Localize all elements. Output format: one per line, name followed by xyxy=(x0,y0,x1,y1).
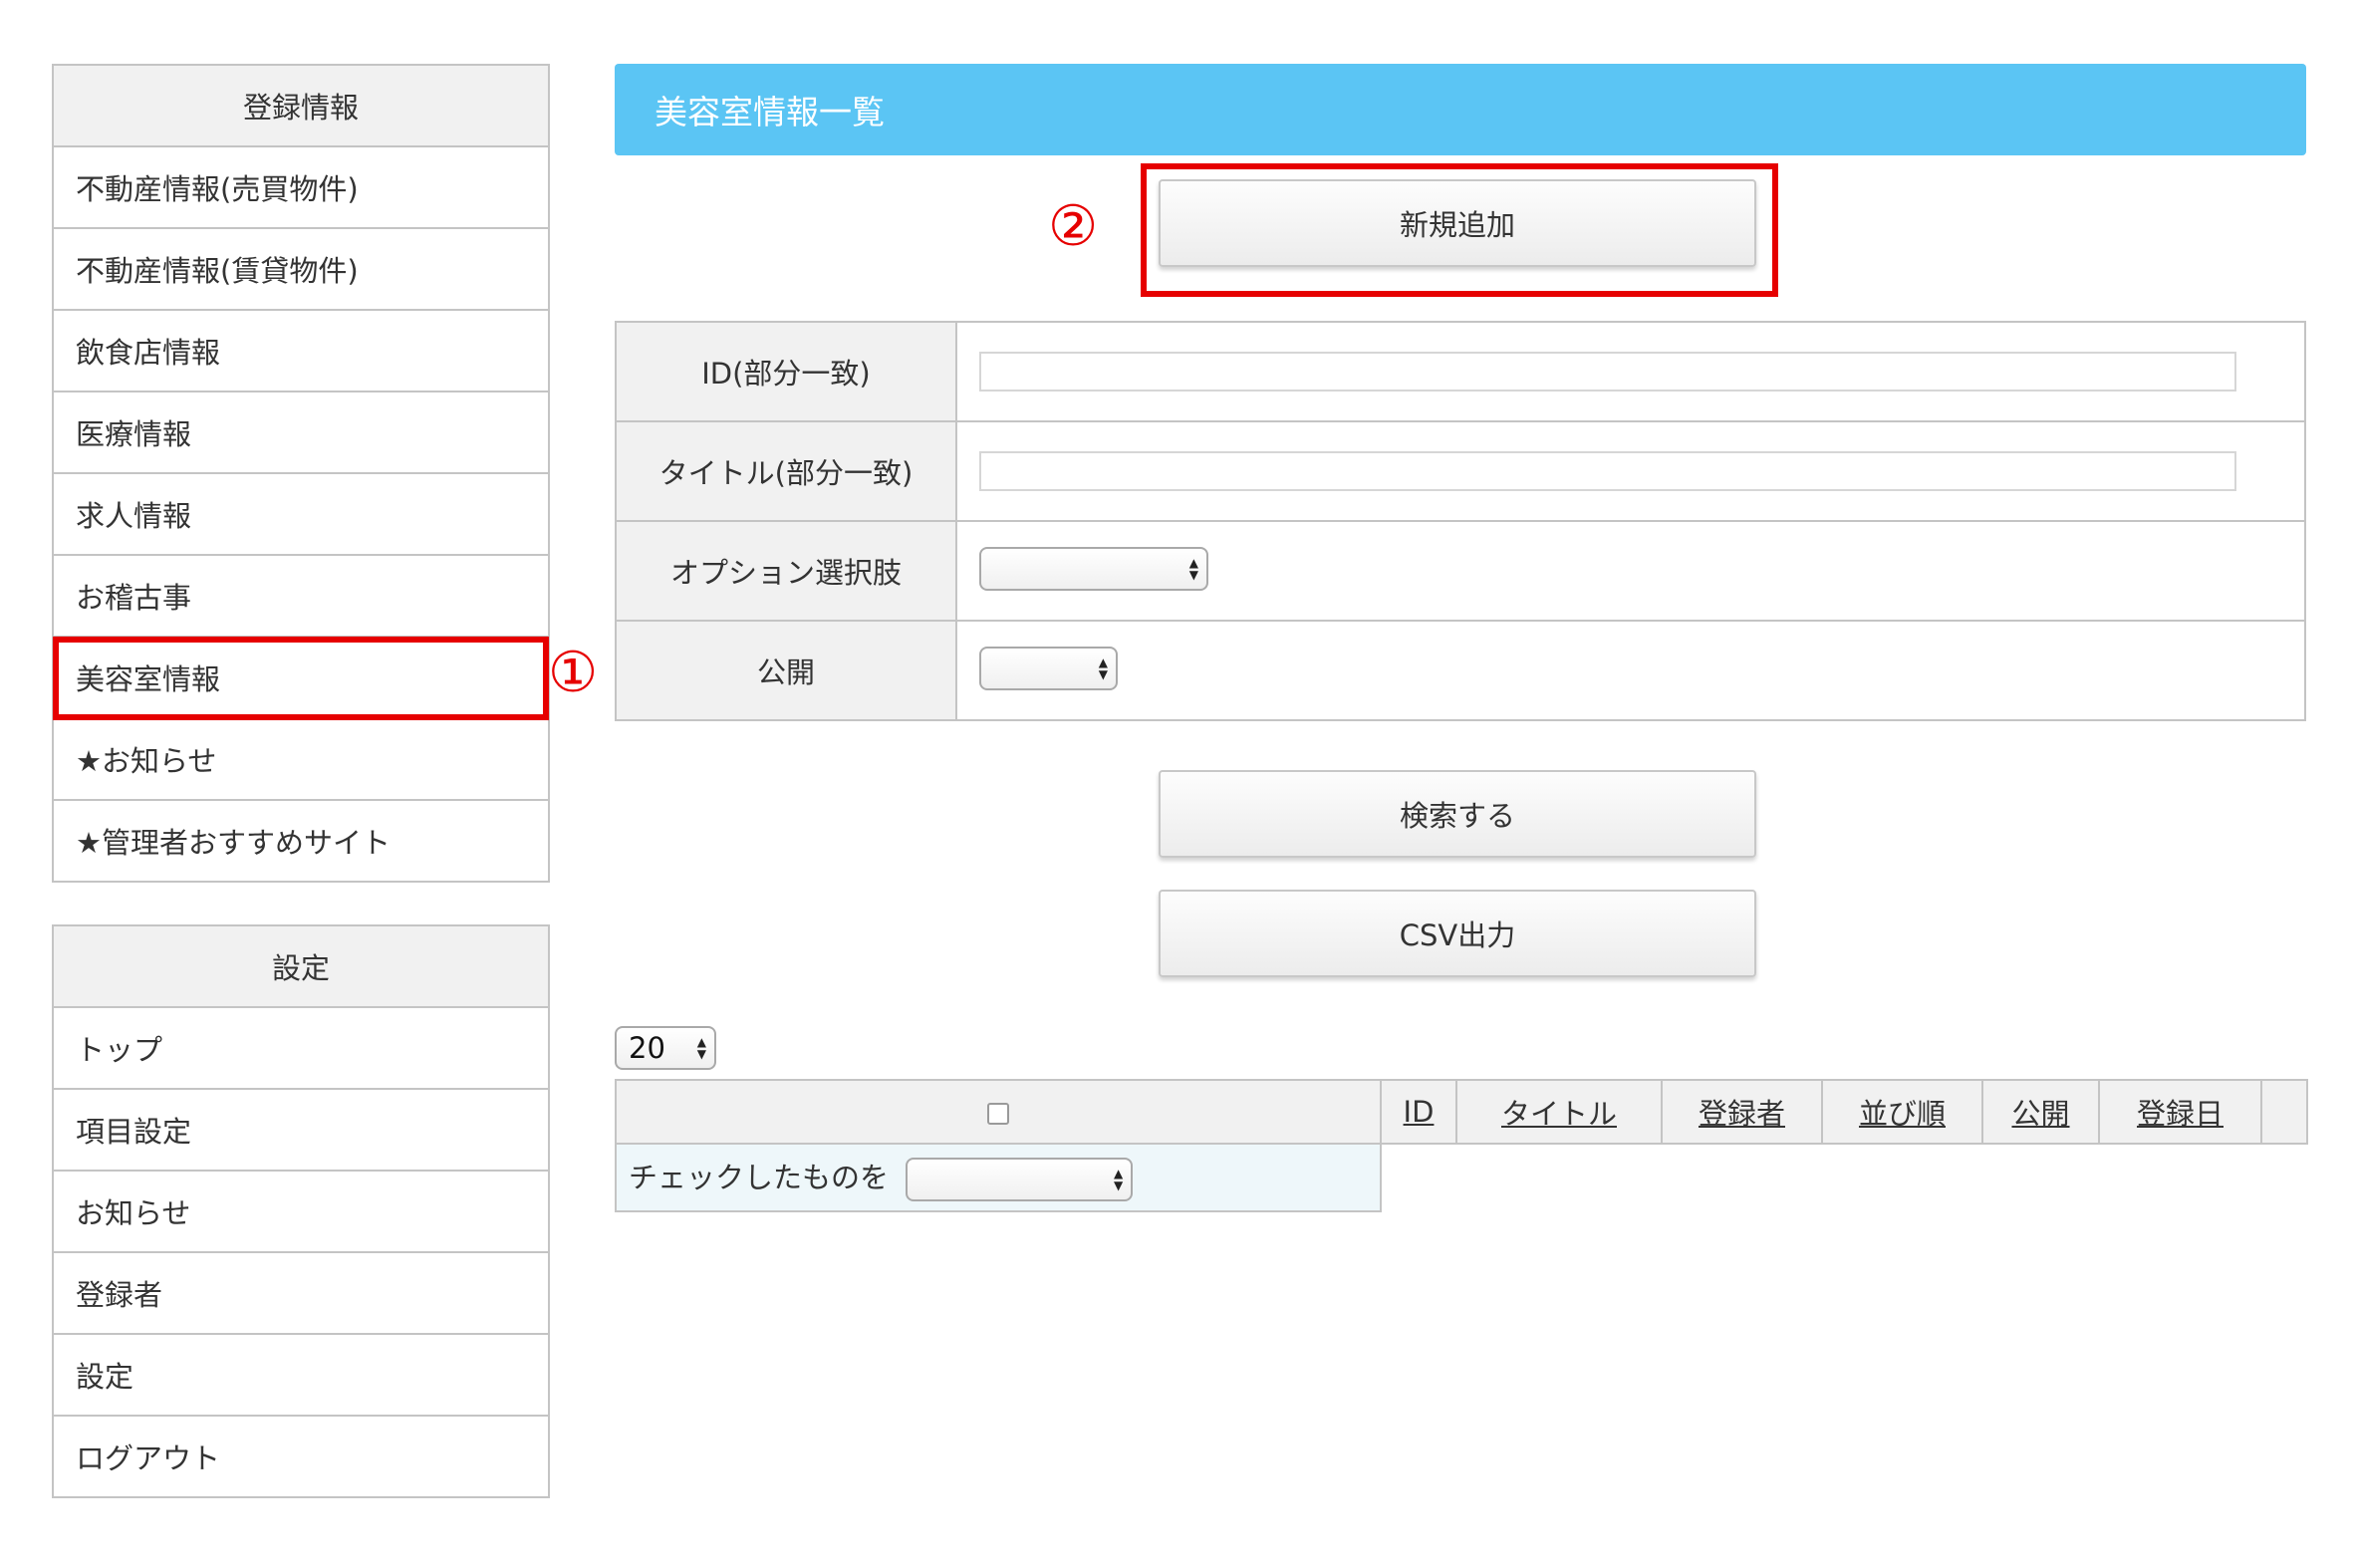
option-label: オプション選択肢 xyxy=(615,520,957,622)
sidebar-item-recommended-sites[interactable]: ★管理者おすすめサイト xyxy=(54,801,548,883)
sidebar-item-jobs[interactable]: 求人情報 xyxy=(54,474,548,556)
sidebar-item-field-settings[interactable]: 項目設定 xyxy=(54,1090,548,1172)
sidebar-item-registrants[interactable]: 登録者 xyxy=(54,1253,548,1335)
public-label: 公開 xyxy=(615,620,957,721)
sidebar-item-realestate-sale[interactable]: 不動産情報(売買物件) xyxy=(54,147,548,229)
page-title: 美容室情報一覧 xyxy=(615,64,2306,155)
search-button[interactable]: 検索する xyxy=(1159,770,1756,858)
public-select[interactable]: ▲ ▼ xyxy=(979,647,1118,690)
sort-registrant-link[interactable]: 登録者 xyxy=(1699,1097,1785,1131)
sidebar-item-beauty-salon[interactable]: 美容室情報 xyxy=(53,637,549,720)
updown-icon: ▲ ▼ xyxy=(1098,655,1108,681)
highlight-frame xyxy=(1141,163,1778,297)
sidebar-item-restaurant[interactable]: 飲食店情報 xyxy=(54,311,548,392)
bulk-action-label: チェックしたものを xyxy=(629,1160,890,1194)
id-label: ID(部分一致) xyxy=(615,321,957,422)
per-page-select[interactable]: 20 ▲ ▼ xyxy=(615,1026,716,1070)
sidebar-item-settings[interactable]: 設定 xyxy=(54,1335,548,1417)
bulk-action-select[interactable]: ▲ ▼ xyxy=(906,1157,1134,1201)
settings-heading: 設定 xyxy=(54,926,548,1008)
updown-icon: ▲ ▼ xyxy=(1188,556,1198,582)
sort-public-link[interactable]: 公開 xyxy=(2011,1097,2069,1131)
registration-menu: 登録情報 不動産情報(売買物件) 不動産情報(賃貸物件) 飲食店情報 医療情報 … xyxy=(52,64,550,883)
updown-icon: ▲ ▼ xyxy=(696,1035,706,1061)
select-all-checkbox[interactable] xyxy=(987,1103,1009,1125)
sort-title-link[interactable]: タイトル xyxy=(1501,1097,1617,1131)
sidebar-item-medical[interactable]: 医療情報 xyxy=(54,392,548,474)
annotation-one: ① xyxy=(548,641,599,705)
extra-column xyxy=(2260,1079,2308,1145)
select-all-cell xyxy=(615,1079,1382,1145)
sidebar-item-realestate-rent[interactable]: 不動産情報(賃貸物件) xyxy=(54,229,548,311)
sort-date-link[interactable]: 登録日 xyxy=(2137,1097,2224,1131)
sidebar-item-logout[interactable]: ログアウト xyxy=(54,1417,548,1498)
sidebar-item-lessons[interactable]: お稽古事 xyxy=(54,556,548,638)
updown-icon: ▲ ▼ xyxy=(1114,1166,1124,1192)
option-select[interactable]: ▲ ▼ xyxy=(979,547,1208,591)
sort-id-link[interactable]: ID xyxy=(1404,1095,1435,1129)
registration-heading: 登録情報 xyxy=(54,66,548,147)
annotation-two: ② xyxy=(1048,194,1099,259)
per-page-value: 20 xyxy=(629,1031,665,1065)
settings-menu: 設定 トップ 項目設定 お知らせ 登録者 設定 ログアウト xyxy=(52,924,550,1498)
id-input[interactable] xyxy=(979,352,2236,392)
sort-order-link[interactable]: 並び順 xyxy=(1859,1097,1946,1131)
sidebar-item-announcements[interactable]: お知らせ xyxy=(54,1172,548,1253)
sidebar-item-top[interactable]: トップ xyxy=(54,1008,548,1090)
title-label: タイトル(部分一致) xyxy=(615,420,957,522)
bulk-action-cell: チェックしたものを ▲ ▼ xyxy=(615,1143,1382,1212)
csv-export-button[interactable]: CSV出力 xyxy=(1159,890,1756,977)
search-form: ID(部分一致) タイトル(部分一致) オプション選択肢 ▲ ▼ 公開 ▲ ▼ xyxy=(615,321,2306,721)
results-table: ID タイトル 登録者 並び順 公開 登録日 チェックしたものを ▲ ▼ xyxy=(615,1079,2308,1212)
title-input[interactable] xyxy=(979,451,2236,491)
sidebar-item-news[interactable]: ★お知らせ xyxy=(54,719,548,801)
